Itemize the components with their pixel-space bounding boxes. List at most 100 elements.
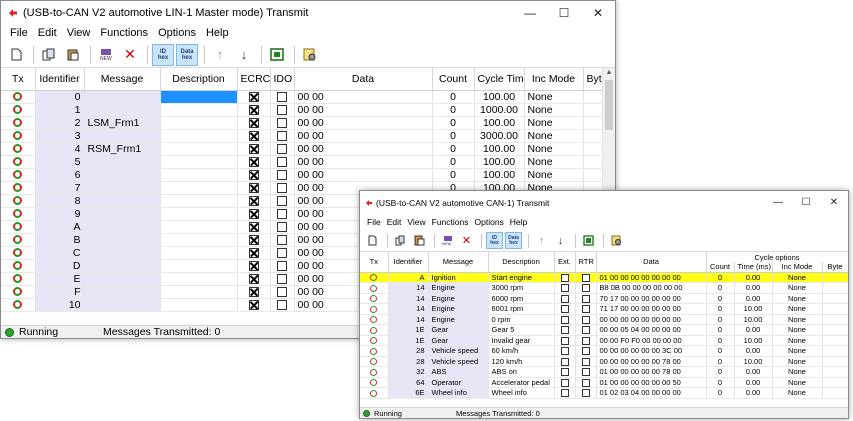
tx-cell[interactable] [1,103,36,117]
ido-checkbox[interactable] [277,195,287,206]
paste-icon[interactable] [411,232,428,249]
ecrc-checkbox[interactable] [248,91,259,102]
col-message[interactable]: Message [84,68,161,91]
rtr-checkbox[interactable] [581,315,590,324]
rtr-cell[interactable] [575,303,597,315]
menu-view[interactable]: View [62,27,96,39]
tx-cell[interactable] [1,155,36,169]
ido-cell[interactable] [270,259,295,273]
message-cell[interactable]: Wheel info [428,387,489,399]
identifier-cell[interactable]: 14 [388,293,429,304]
description-cell[interactable] [160,168,238,182]
menu-file[interactable]: File [364,217,384,227]
description-cell[interactable]: 6000 rpm [488,293,555,304]
ido-cell[interactable] [270,129,295,143]
identifier-cell[interactable]: C [35,246,85,260]
message-cell[interactable]: Gear [428,324,489,336]
maximize-icon[interactable]: ☐ [792,191,820,214]
title-bar[interactable]: (USB-to-CAN V2 automotive CAN-1) Transmi… [360,191,848,214]
identifier-cell[interactable]: A [35,220,85,234]
col-count[interactable]: Count [706,262,735,273]
transmit-row-icon[interactable] [13,209,23,219]
ext-cell[interactable] [554,314,576,325]
ecrc-checkbox[interactable] [248,156,259,167]
identifier-cell[interactable]: A [388,272,429,283]
ido-checkbox[interactable] [277,182,287,193]
ext-checkbox[interactable] [560,273,569,282]
col-cycle-time[interactable]: Cycle Time [474,68,525,91]
description-cell[interactable]: 6001 rpm [488,303,555,315]
tx-cell[interactable] [360,345,389,357]
new-document-icon[interactable] [5,44,27,66]
transmit-row-icon[interactable] [370,389,378,397]
description-cell[interactable] [160,116,238,130]
menu-view[interactable]: View [404,217,428,227]
description-cell[interactable] [160,298,238,312]
transmit-row-icon[interactable] [13,287,23,297]
minimize-icon[interactable]: — [513,1,547,24]
identifier-cell[interactable]: 14 [388,303,429,315]
tx-cell[interactable] [1,246,36,260]
col-message[interactable]: Message [428,252,489,273]
tx-cell[interactable] [1,181,36,195]
cycle-time-cell[interactable]: 100.00 [474,168,525,182]
menu-options[interactable]: Options [153,27,201,39]
tx-cell[interactable] [360,387,389,399]
ext-checkbox[interactable] [560,357,569,366]
identifier-cell[interactable]: 1 [35,103,85,117]
data-cell[interactable]: 00 00 [294,142,433,156]
description-cell[interactable] [160,233,238,247]
tx-cell[interactable] [360,356,389,367]
table-row[interactable]: 3 00 00 0 3000.00 None [1,129,606,143]
ext-checkbox[interactable] [560,305,569,314]
time-cell[interactable]: 0.00 [734,324,773,336]
ido-cell[interactable] [270,181,295,195]
maximize-icon[interactable]: ☐ [547,1,581,24]
ecrc-cell[interactable] [237,233,271,247]
ext-cell[interactable] [554,387,576,399]
tx-cell[interactable] [1,259,36,273]
ido-cell[interactable] [270,194,295,208]
message-cell[interactable] [84,207,161,221]
ecrc-checkbox[interactable] [248,143,259,154]
new-message-icon[interactable]: NEW [95,44,117,66]
byte-cell[interactable] [822,324,848,336]
inc-mode-cell[interactable]: None [524,116,584,130]
message-cell[interactable] [84,246,161,260]
ecrc-cell[interactable] [237,220,271,234]
transmit-row-icon[interactable] [13,248,23,258]
identifier-cell[interactable]: 28 [388,345,429,357]
inc-mode-cell[interactable]: None [772,377,823,388]
rtr-cell[interactable] [575,314,597,325]
identifier-cell[interactable]: 28 [388,356,429,367]
time-cell[interactable]: 10.00 [734,314,773,325]
ecrc-cell[interactable] [237,155,271,169]
ido-cell[interactable] [270,272,295,286]
ido-checkbox[interactable] [277,299,287,310]
ido-checkbox[interactable] [277,169,287,180]
ido-checkbox[interactable] [277,91,287,102]
byte-cell[interactable] [822,377,848,388]
cycle-time-cell[interactable]: 100.00 [474,155,525,169]
data-cell[interactable]: 00 00 00 00 00 00 00 00 [596,314,707,325]
message-cell[interactable]: Engine [428,282,489,294]
rtr-cell[interactable] [575,345,597,357]
identifier-cell[interactable]: E [35,272,85,286]
data-cell[interactable]: 00 00 [294,116,433,130]
inc-mode-cell[interactable]: None [772,345,823,357]
col-ext[interactable]: Ext. [554,252,576,273]
rtr-cell[interactable] [575,272,597,283]
col-data[interactable]: Data [294,68,433,91]
transmit-row-icon[interactable] [370,347,378,355]
data-cell[interactable]: 01 00 00 00 00 00 78 00 [596,366,707,378]
byte-cell[interactable] [822,293,848,304]
transmit-row-icon[interactable] [13,222,23,232]
ido-checkbox[interactable] [277,234,287,245]
tx-cell[interactable] [1,129,36,143]
byte-cell[interactable] [822,335,848,346]
ido-checkbox[interactable] [277,260,287,271]
data-cell[interactable]: 00 00 [294,129,433,143]
ext-cell[interactable] [554,377,576,388]
identifier-cell[interactable]: 4 [35,142,85,156]
time-cell[interactable]: 0.00 [734,272,773,283]
